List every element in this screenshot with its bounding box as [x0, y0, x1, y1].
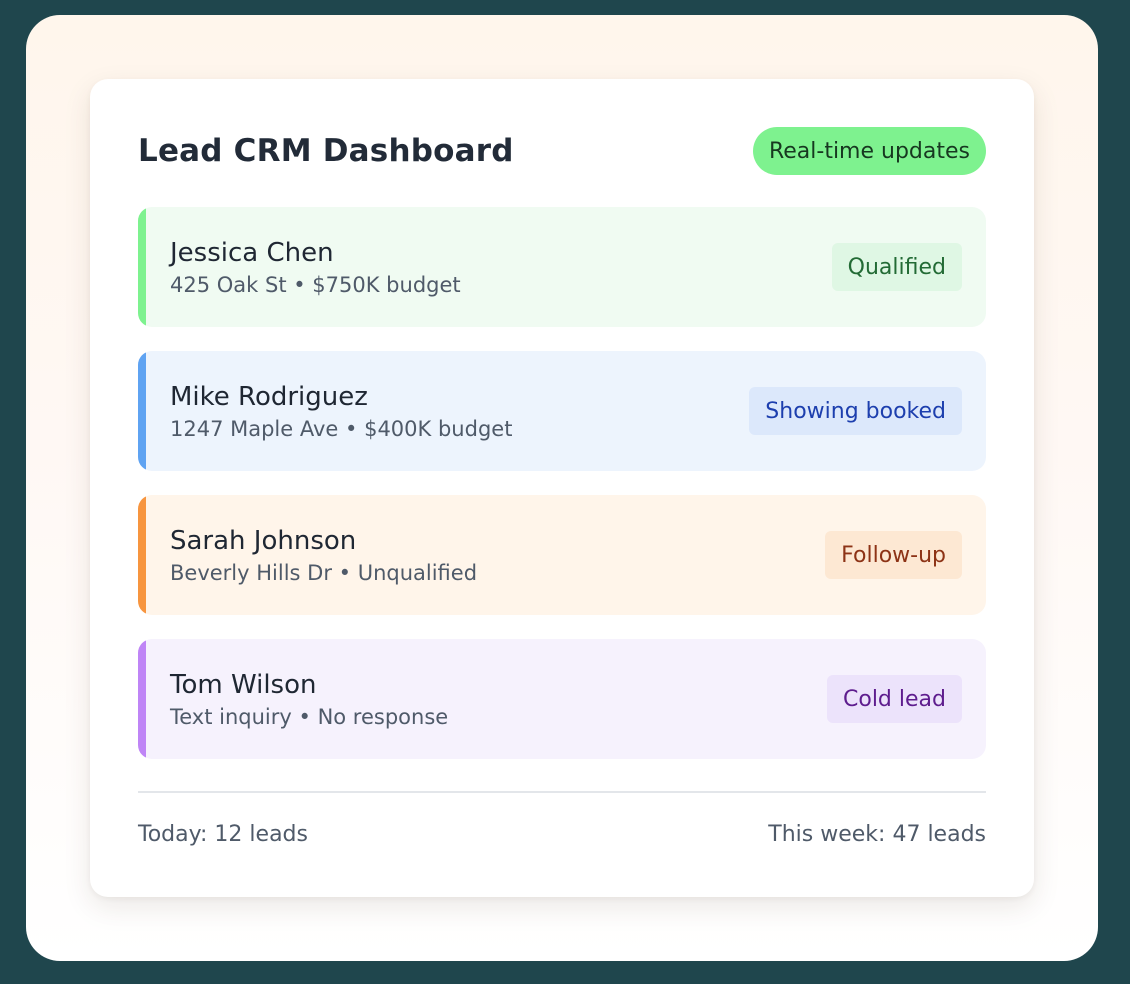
lead-card-tom-wilson[interactable]: Tom Wilson Text inquiry • No response Co… — [138, 639, 986, 759]
footer-divider — [138, 791, 986, 793]
lead-status-badge: Follow-up — [825, 531, 962, 579]
lead-info: Tom Wilson Text inquiry • No response — [170, 668, 448, 731]
dashboard-header: Lead CRM Dashboard Real-time updates — [138, 127, 986, 175]
lead-detail: Text inquiry • No response — [170, 704, 449, 729]
lead-name: Tom Wilson — [170, 669, 317, 700]
lead-accent-bar — [138, 495, 146, 615]
lead-card-mike-rodriguez[interactable]: Mike Rodriguez 1247 Maple Ave • $400K bu… — [138, 351, 986, 471]
lead-status-badge: Cold lead — [827, 675, 962, 723]
lead-card-jessica-chen[interactable]: Jessica Chen 425 Oak St • $750K budget Q… — [138, 207, 986, 327]
lead-name: Jessica Chen — [170, 237, 334, 268]
week-lead-count: This week: 47 leads — [768, 821, 986, 847]
lead-detail: 1247 Maple Ave • $400K budget — [170, 416, 513, 441]
today-lead-count: Today: 12 leads — [138, 821, 308, 847]
lead-name: Mike Rodriguez — [170, 381, 368, 412]
lead-info: Sarah Johnson Beverly Hills Dr • Unquali… — [170, 524, 477, 587]
lead-info: Jessica Chen 425 Oak St • $750K budget — [170, 236, 461, 299]
app-frame: Lead CRM Dashboard Real-time updates Jes… — [26, 15, 1098, 961]
lead-accent-bar — [138, 351, 146, 471]
lead-detail: 425 Oak St • $750K budget — [170, 272, 461, 297]
lead-name: Sarah Johnson — [170, 525, 357, 556]
lead-info: Mike Rodriguez 1247 Maple Ave • $400K bu… — [170, 380, 512, 443]
page-title: Lead CRM Dashboard — [138, 133, 514, 169]
dashboard-footer: Today: 12 leads This week: 47 leads — [138, 819, 986, 849]
realtime-badge: Real-time updates — [752, 127, 986, 175]
lead-status-badge: Qualified — [831, 243, 962, 291]
lead-accent-bar — [138, 207, 146, 327]
dashboard-card: Lead CRM Dashboard Real-time updates Jes… — [90, 79, 1034, 897]
lead-status-badge: Showing booked — [749, 387, 962, 435]
lead-accent-bar — [138, 639, 146, 759]
lead-card-sarah-johnson[interactable]: Sarah Johnson Beverly Hills Dr • Unquali… — [138, 495, 986, 615]
lead-list: Jessica Chen 425 Oak St • $750K budget Q… — [138, 207, 986, 783]
lead-detail: Beverly Hills Dr • Unqualified — [170, 560, 478, 585]
